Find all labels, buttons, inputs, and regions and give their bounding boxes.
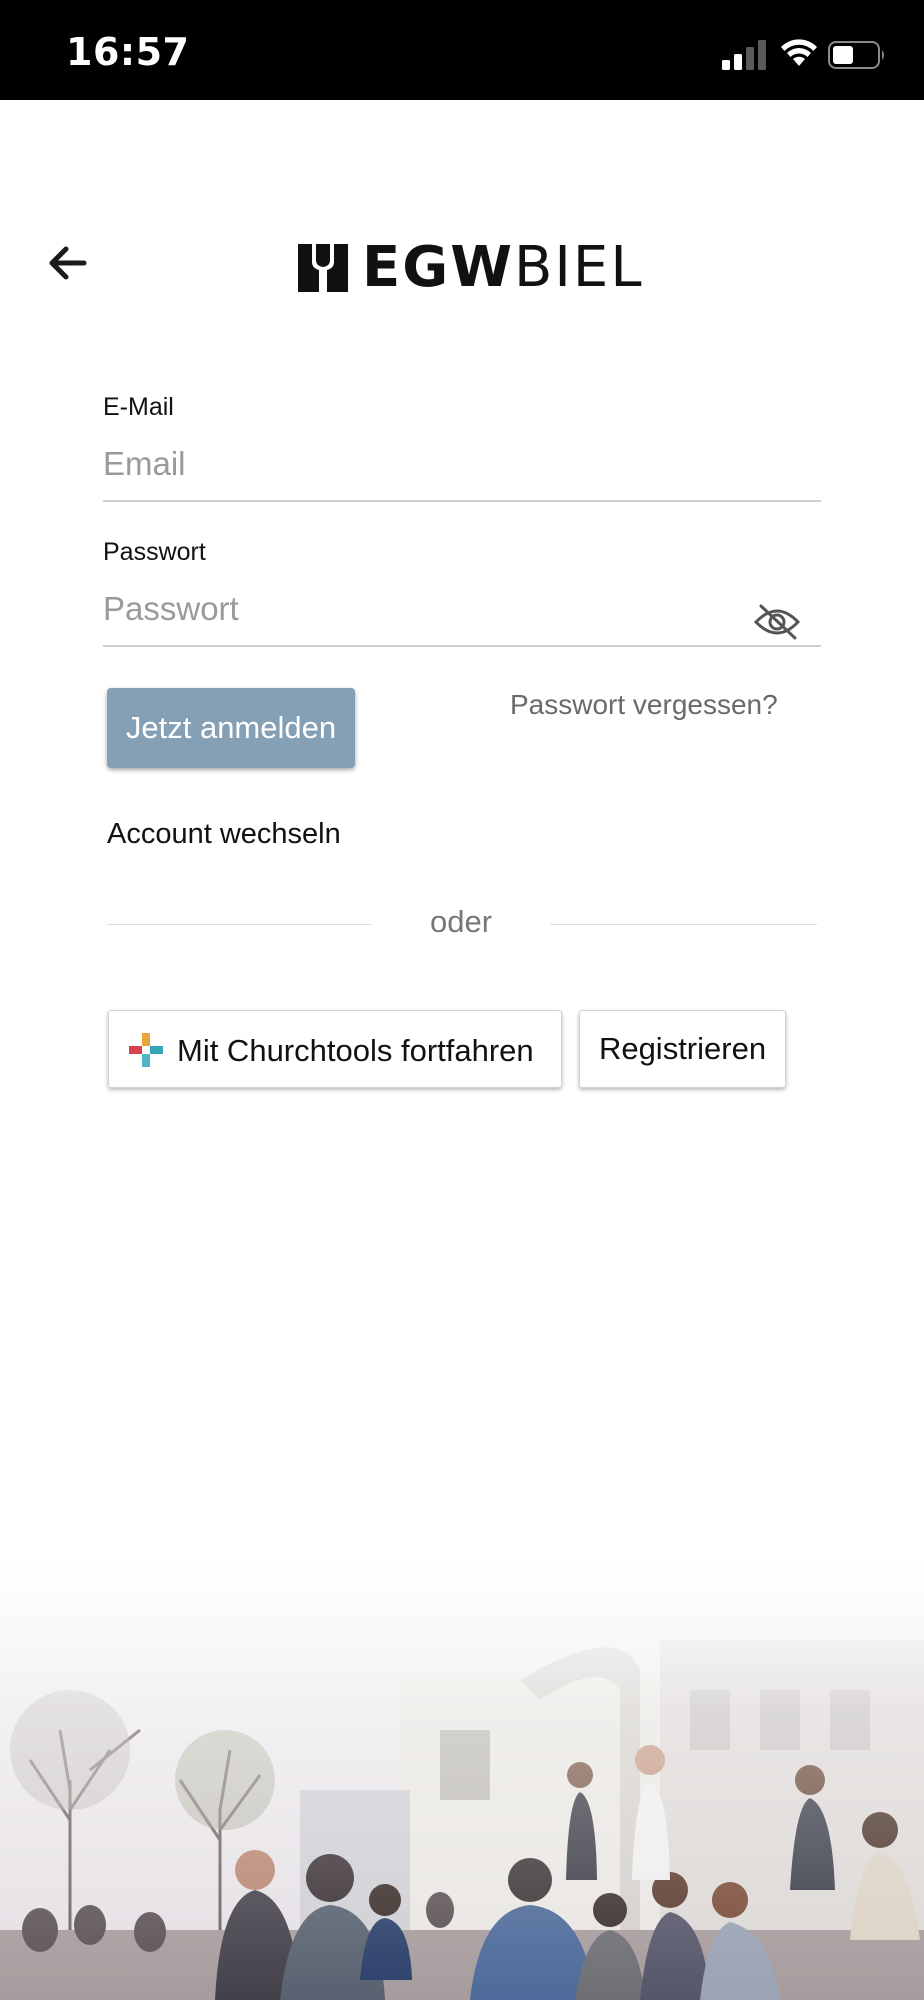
password-underline [103,645,821,647]
register-button-label: Registrieren [598,1031,767,1066]
egw-logo-mark-icon [298,244,348,292]
password-field-group: Passwort [103,538,821,648]
password-input[interactable] [103,584,743,634]
logo-text: EGWBIEL [362,238,644,298]
churchtools-button-label: Mit Churchtools fortfahren [177,1033,534,1068]
churchtools-login-button[interactable]: Mit Churchtools fortfahren [108,1010,562,1088]
status-bar: 16:57 [0,0,924,100]
divider-line-left [107,924,372,925]
divider-text: oder [429,904,493,939]
login-button[interactable]: Jetzt anmelden [107,688,355,768]
egw-biel-logo: EGWBIEL [298,238,642,298]
email-underline [103,500,821,502]
divider-line-right [550,924,817,925]
password-label: Passwort [103,538,206,566]
back-arrow-icon[interactable] [44,240,90,286]
forgot-password-link[interactable]: Passwort vergessen? [510,689,778,721]
status-time: 16:57 [66,30,190,74]
logo-text-light: BIEL [514,235,644,300]
eye-off-icon[interactable] [753,602,801,642]
email-label: E-Mail [103,393,174,421]
email-field-group: E-Mail [103,393,821,503]
churchtools-logo-icon [129,1033,163,1067]
battery-icon [828,41,884,69]
register-button[interactable]: Registrieren [579,1010,786,1088]
switch-account-link[interactable]: Account wechseln [107,818,341,851]
logo-text-bold: EGW [362,235,514,300]
wifi-icon [781,39,817,66]
community-background-photo [0,1560,924,2000]
cellular-signal-icon [722,40,766,70]
email-input[interactable] [103,439,743,489]
